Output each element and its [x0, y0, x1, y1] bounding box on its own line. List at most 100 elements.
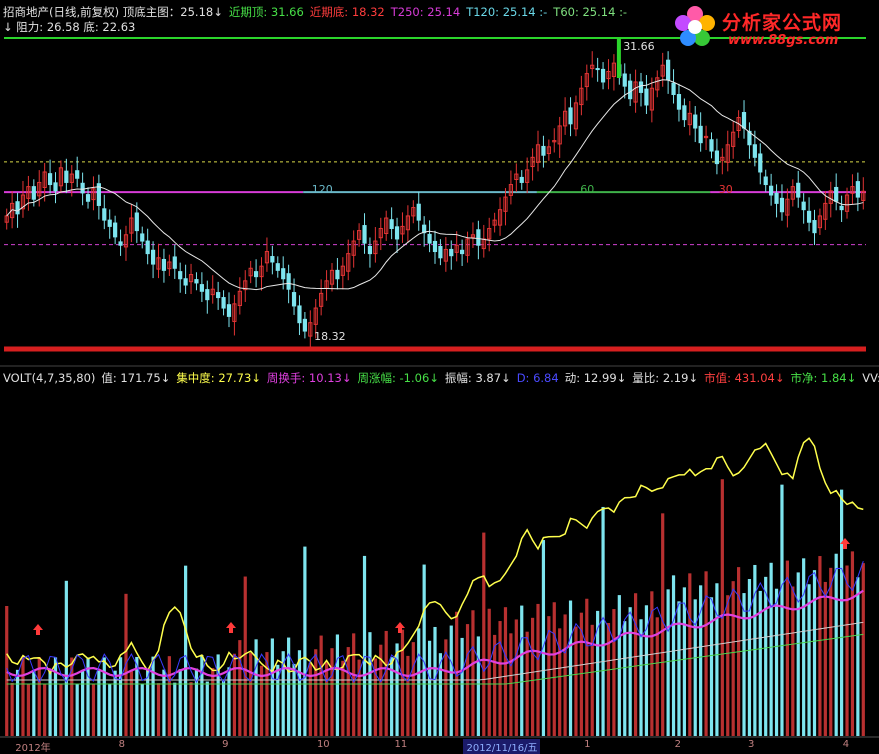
volume-bar: [617, 595, 621, 736]
volume-bar: [59, 684, 63, 736]
volume-bar: [308, 662, 312, 736]
volume-bar: [167, 656, 171, 736]
candle-body: [769, 185, 774, 196]
volume-bar: [530, 617, 535, 736]
candle-body: [834, 186, 839, 202]
flower-logo-icon: [675, 6, 715, 46]
volume-bar: [812, 570, 817, 736]
candle-body: [107, 219, 112, 227]
candle-body: [275, 263, 280, 271]
candle-body: [568, 107, 573, 125]
header-item-0: 招商地产(日线,前复权) 顶底主图：25.18↓: [3, 5, 223, 19]
t250-mark: 120: [312, 183, 333, 196]
t60-mark: 30: [719, 183, 733, 196]
candle-body: [286, 273, 291, 290]
candle-body: [741, 112, 747, 129]
volume-bar: [503, 607, 508, 736]
x-label: 9: [222, 739, 229, 750]
volume-bar: [802, 558, 806, 736]
volume-bar: [764, 576, 768, 736]
candle-body: [221, 297, 226, 309]
x-label: 2012年: [15, 743, 51, 754]
volume-bar: [482, 532, 486, 736]
volume-bar: [688, 573, 692, 736]
candle-body: [600, 68, 606, 83]
candle-body: [839, 205, 844, 211]
volume-bar: [471, 610, 475, 736]
x-label: 8: [118, 739, 126, 750]
candle-body: [64, 170, 69, 183]
candle-body: [438, 245, 443, 259]
volume-bar: [747, 579, 752, 736]
candle-body: [270, 256, 275, 263]
volume-bar: [671, 575, 676, 736]
candle-body: [150, 249, 156, 265]
candle-body: [172, 256, 177, 269]
candle-body: [622, 73, 627, 87]
candle-body: [194, 279, 199, 284]
volume-bar: [487, 608, 491, 736]
header-item-1: 近期顶: 31.66: [228, 5, 304, 19]
volume-bar: [75, 684, 79, 736]
volume-bar: [774, 588, 779, 736]
volume-bar: [856, 577, 860, 736]
indicator-item-11: VV: 101: [862, 371, 879, 385]
x-label: 2012/11/16/五: [463, 739, 541, 754]
indicator-item-8: 量比: 2.19↓: [632, 371, 699, 385]
candle-body: [676, 94, 682, 110]
candle-body: [796, 182, 801, 198]
volume-bar: [427, 640, 432, 736]
candle-body: [774, 192, 779, 204]
volume-bar: [422, 564, 426, 736]
volume-bar: [558, 628, 562, 736]
volume-bar: [200, 655, 204, 736]
volume-bar: [43, 683, 47, 736]
candle-body: [628, 80, 633, 100]
candle-body: [682, 105, 687, 121]
header-item-5: T60: 25.14 :-: [553, 5, 628, 19]
volume-bar: [314, 649, 318, 736]
volume-bar: [666, 589, 670, 736]
volume-bar: [498, 621, 502, 736]
volume-bar: [726, 595, 730, 736]
indicator-item-6: D: 6.84: [516, 371, 559, 385]
x-label: 4: [842, 739, 850, 750]
chart-window: 31.66 18.32 120 60 30 招商地产(日线,前复权) 顶底主图：25.1…: [0, 0, 879, 754]
volume-bar: [807, 584, 811, 736]
candle-body: [595, 68, 600, 71]
volume-bar: [677, 601, 681, 736]
candle-body: [367, 245, 373, 255]
candle-body: [75, 170, 80, 179]
volume-bar: [449, 625, 453, 736]
volume-bar: [102, 657, 106, 736]
volume-bar: [850, 551, 855, 736]
volume-bar: [606, 623, 611, 736]
candle-body: [362, 225, 367, 244]
signal-arrow-icon: [226, 622, 236, 633]
candle-body: [666, 59, 671, 81]
price-header: 招商地产(日线,前复权) 顶底主图：25.18↓ 近期顶: 31.66 近期底: 1…: [3, 5, 633, 19]
site-logo: 分析家公式网 www.88gs.com: [670, 2, 875, 52]
volume-bar: [742, 593, 746, 736]
candle-body: [476, 229, 481, 246]
volume-bar: [823, 581, 827, 736]
volume-bar: [769, 562, 773, 736]
candle-body: [763, 176, 768, 186]
candle-body: [389, 219, 394, 229]
candle-body: [644, 88, 649, 106]
volume-bar: [476, 636, 480, 736]
volume-bar: [156, 683, 161, 736]
volume-bar: [26, 683, 30, 736]
indicator-item-4: 周涨幅: -1.06↓: [357, 371, 439, 385]
volume-bar: [287, 637, 291, 736]
volume-bar: [411, 642, 415, 736]
indicator-item-3: 周换手: 10.13↓: [266, 371, 352, 385]
volume-bar: [509, 633, 513, 736]
volume-bar: [178, 669, 182, 736]
volume-bar: [97, 670, 101, 736]
indicator-header: VOLT(4,7,35,80) 值: 171.75↓ 集中度: 27.73↓ 周换手:…: [3, 371, 879, 385]
volume-bar: [211, 667, 215, 736]
volume-bar: [840, 489, 844, 736]
volume-bar: [585, 598, 589, 736]
volume-bar: [845, 565, 849, 736]
